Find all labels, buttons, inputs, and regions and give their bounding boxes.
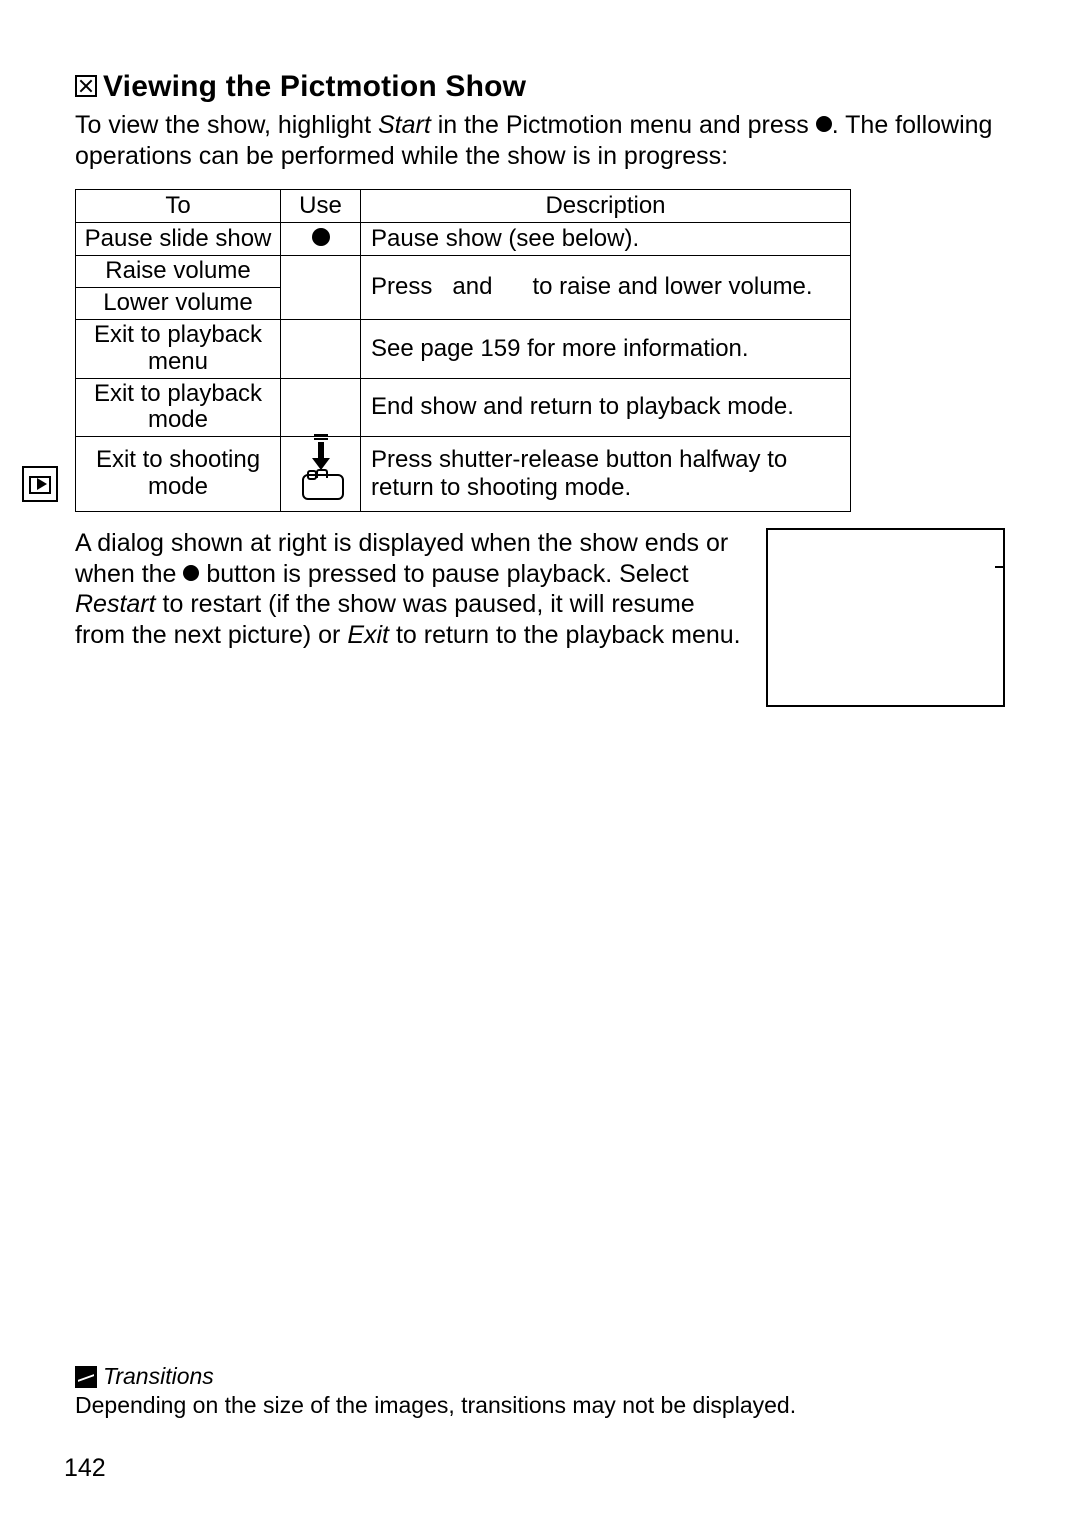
manual-page: Viewing the Pictmotion Show To view the … — [0, 0, 1080, 1529]
footnote-heading: Transitions — [75, 1362, 1005, 1390]
cell-desc: End show and return to playback mode. — [361, 378, 851, 437]
col-header-desc: Description — [361, 190, 851, 223]
table-row: Raise volume Press and to raise and lowe… — [76, 256, 851, 288]
col-header-to: To — [76, 190, 281, 223]
menu-item-exit: Exit — [347, 621, 389, 649]
section-bullet-icon — [75, 75, 97, 97]
menu-item-restart: Restart — [75, 590, 156, 618]
shutter-half-press-icon — [297, 442, 345, 500]
dialog-paragraph: A dialog shown at right is displayed whe… — [75, 528, 744, 650]
cell-use — [281, 256, 361, 320]
cell-to: Exit to playbackmode — [76, 378, 281, 437]
cell-use — [281, 223, 361, 256]
cell-to: Exit to playbackmenu — [76, 319, 281, 378]
cell-to: Lower volume — [76, 287, 281, 319]
footnote-body: Depending on the size of the images, tra… — [75, 1392, 1005, 1419]
menu-item-start: Start — [378, 111, 431, 139]
ok-button-icon — [183, 565, 199, 581]
intro-paragraph: To view the show, highlight Start in the… — [75, 110, 1005, 171]
cell-to: Raise volume — [76, 256, 281, 288]
page-content: Viewing the Pictmotion Show To view the … — [75, 70, 1005, 707]
table-row: Exit to playbackmenu See page 159 for mo… — [76, 319, 851, 378]
cell-desc: Press shutter-release button halfway to … — [361, 437, 851, 512]
cell-desc: See page 159 for more information. — [361, 319, 851, 378]
page-number: 142 — [64, 1454, 106, 1483]
section-title: Viewing the Pictmotion Show — [103, 70, 526, 103]
table-row: Pause slide show Pause show (see below). — [76, 223, 851, 256]
playback-section-tab-icon — [22, 466, 58, 502]
table-row: Exit to shootingmode Press shutter-relea… — [76, 437, 851, 512]
ok-button-icon — [312, 228, 330, 246]
dialog-illustration-placeholder — [766, 528, 1005, 707]
cell-use — [281, 319, 361, 378]
cell-to: Exit to shootingmode — [76, 437, 281, 512]
note-icon — [75, 1366, 97, 1388]
cell-use — [281, 437, 361, 512]
dialog-paragraph-row: A dialog shown at right is displayed whe… — [75, 528, 1005, 707]
cell-use — [281, 378, 361, 437]
cell-desc: Press and to raise and lower volume. — [361, 256, 851, 320]
operations-table: To Use Description Pause slide show Paus… — [75, 189, 851, 512]
ok-button-icon — [816, 116, 832, 132]
cell-desc: Pause show (see below). — [361, 223, 851, 256]
section-heading: Viewing the Pictmotion Show — [75, 70, 1005, 104]
table-row: Exit to playbackmode End show and return… — [76, 378, 851, 437]
table-header-row: To Use Description — [76, 190, 851, 223]
cell-to: Pause slide show — [76, 223, 281, 256]
col-header-use: Use — [281, 190, 361, 223]
footnote: Transitions Depending on the size of the… — [75, 1362, 1005, 1419]
